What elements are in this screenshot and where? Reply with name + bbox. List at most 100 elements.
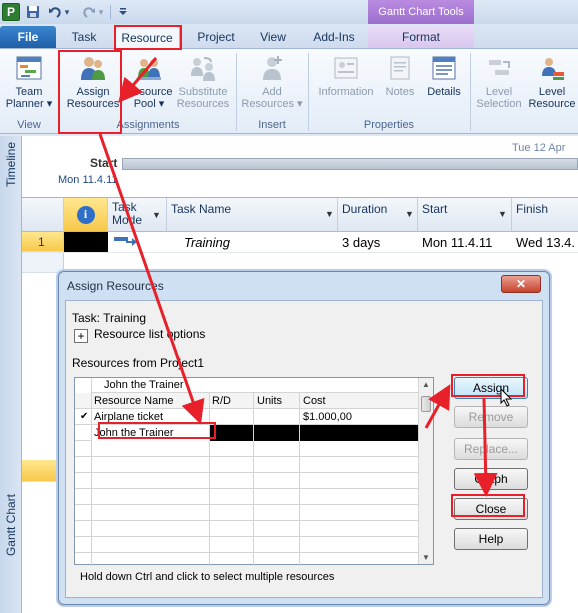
information-label: Information	[318, 86, 374, 98]
finish-header-label: Finish	[516, 202, 549, 216]
selected-indicator-cell[interactable]	[64, 232, 108, 252]
add-resources-icon	[257, 53, 287, 83]
replace-button: Replace...	[454, 438, 528, 460]
chevron-down-icon[interactable]: ▼	[405, 209, 414, 219]
annotation-box-assign-resources	[58, 50, 122, 134]
team-planner-button[interactable]: Team Planner ▾	[4, 53, 54, 110]
substitute-resources-button: Substitute Resources	[174, 53, 232, 110]
chevron-down-icon[interactable]: ▼	[152, 209, 161, 222]
timeline-pane[interactable]: Tue 12 Apr Start Mon 11.4.11	[22, 136, 578, 198]
add-resources-label-1: Add	[262, 86, 282, 98]
gantt-sidebar[interactable]: Gantt Chart	[0, 198, 22, 613]
group-properties-label: Properties	[363, 119, 415, 131]
project-app-icon[interactable]: P	[2, 3, 20, 21]
finish-cell[interactable]: Wed 13.4.	[512, 235, 575, 250]
col-cost[interactable]: Cost	[303, 395, 326, 407]
resource-list-options-label[interactable]: Resource list options	[94, 327, 205, 341]
tab-format[interactable]: Format	[368, 26, 474, 48]
information-icon	[331, 53, 361, 83]
chevron-down-icon[interactable]: ▼	[325, 209, 334, 219]
task-mode-header-label: Task Mode	[112, 200, 143, 227]
empty-row[interactable]	[75, 489, 419, 505]
empty-row[interactable]	[75, 521, 419, 537]
qat-separator	[110, 5, 111, 19]
tab-addins[interactable]: Add-Ins	[304, 26, 364, 48]
row-header[interactable]	[22, 253, 64, 273]
dialog-body: Task: Training + Resource list options R…	[65, 300, 543, 598]
help-button[interactable]: Help	[454, 528, 528, 550]
indicators-header[interactable]: i	[64, 198, 108, 232]
level-resource-icon	[537, 53, 567, 83]
info-icon: i	[76, 205, 95, 224]
level-resource-button[interactable]: Level Resource	[526, 53, 578, 110]
group-separator	[308, 53, 309, 131]
redo-dropdown-icon: ▾	[98, 6, 104, 17]
empty-row[interactable]	[75, 441, 419, 457]
start-cell[interactable]: Mon 11.4.11	[418, 235, 492, 250]
row-header-1[interactable]: 1	[22, 232, 64, 252]
resource-grid[interactable]: John the Trainer Resource Name R/D Units…	[74, 377, 434, 566]
assigned-check-icon: ✔	[80, 411, 89, 422]
empty-row[interactable]	[75, 457, 419, 473]
col-divider	[299, 393, 300, 566]
level-resource-label-1: Level	[538, 86, 566, 98]
customize-qat-icon[interactable]	[114, 3, 132, 21]
resource-cost-cell: $1.000,00	[303, 411, 352, 423]
tab-file[interactable]: File	[0, 26, 56, 48]
resource-grid-scrollbar[interactable]: ▲ ▼	[418, 378, 433, 564]
col-divider	[91, 378, 92, 566]
level-selection-button: Level Selection	[474, 53, 524, 110]
col-units[interactable]: Units	[257, 395, 282, 407]
finish-header[interactable]: Finish	[512, 198, 578, 232]
timeline-side-label: Timeline	[4, 142, 18, 187]
duration-cell[interactable]: 3 days	[338, 235, 380, 250]
details-button[interactable]: Details	[422, 53, 466, 98]
details-icon	[429, 53, 459, 83]
task-mode-header[interactable]: Task Mode ▼	[108, 198, 167, 232]
tab-task[interactable]: Task	[62, 26, 106, 48]
selected-row-cells[interactable]	[209, 425, 419, 441]
level-selection-icon	[484, 53, 514, 83]
resource-edit-box[interactable]: John the Trainer	[91, 378, 419, 393]
resource-edit-value: John the Trainer	[104, 379, 184, 391]
tab-view[interactable]: View	[250, 26, 296, 48]
timeline-start-label: Start	[90, 156, 118, 170]
undo-dropdown-icon[interactable]: ▾	[62, 3, 72, 21]
annotation-box-close-button	[451, 494, 525, 517]
empty-row[interactable]	[75, 553, 419, 569]
add-resources-label-2: Resources ▾	[241, 98, 303, 110]
notes-button: Notes	[380, 53, 420, 98]
resource-grid-header: Resource Name R/D Units Cost	[75, 393, 419, 409]
save-icon[interactable]	[24, 3, 42, 21]
title-bar: P ▾ ▾ Gantt Chart Tools	[0, 0, 578, 24]
expand-options-button[interactable]: +	[74, 329, 88, 343]
start-header[interactable]: Start ▼	[418, 198, 512, 232]
dialog-close-button[interactable]: ✕	[501, 275, 541, 293]
chevron-down-icon[interactable]: ▼	[498, 209, 507, 219]
task-name-cell[interactable]: Training	[180, 235, 230, 250]
annotation-box-john-row	[98, 422, 216, 439]
empty-row[interactable]	[75, 505, 419, 521]
scroll-thumb[interactable]	[421, 396, 431, 412]
task-label: Task: Training	[72, 311, 147, 325]
empty-row[interactable]	[75, 473, 419, 489]
team-planner-icon	[14, 53, 44, 83]
scroll-up-icon[interactable]: ▲	[422, 380, 430, 389]
scroll-down-icon[interactable]: ▼	[422, 553, 430, 562]
start-header-label: Start	[422, 202, 448, 216]
tab-project[interactable]: Project	[188, 26, 244, 48]
select-all-corner[interactable]	[22, 198, 64, 232]
duration-header-label: Duration	[342, 202, 388, 216]
task-name-header[interactable]: Task Name ▼	[167, 198, 338, 232]
duration-header[interactable]: Duration ▼	[338, 198, 418, 232]
timeline-bar[interactable]	[122, 158, 578, 170]
graph-button[interactable]: Graph	[454, 468, 528, 490]
col-resource-name[interactable]: Resource Name	[94, 395, 173, 407]
col-rd[interactable]: R/D	[212, 395, 231, 407]
resource-pool-button[interactable]: Resource Pool ▾	[124, 53, 174, 110]
timeline-sidebar[interactable]: Timeline	[0, 136, 22, 198]
group-separator	[470, 53, 471, 131]
resource-pool-label-2: Pool ▾	[133, 98, 165, 110]
add-resources-button: Add Resources ▾	[240, 53, 304, 110]
empty-row[interactable]	[75, 537, 419, 553]
